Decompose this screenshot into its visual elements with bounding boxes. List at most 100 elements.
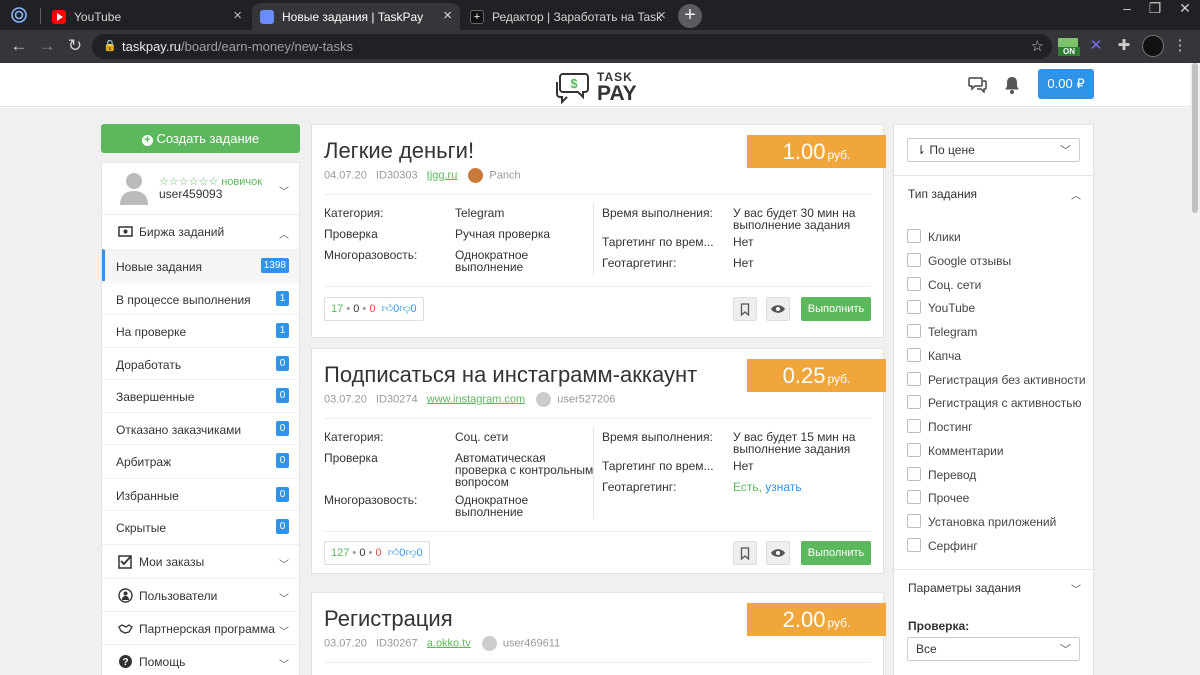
extensions-puzzle-icon[interactable]: ✚ (1114, 36, 1134, 56)
checkbox[interactable] (907, 395, 921, 409)
price-value: 2.00 (782, 607, 826, 632)
checkbox-label: Регистрация без активности (928, 373, 1086, 387)
section-task-exchange[interactable]: Биржа заданий ︿ (102, 215, 299, 248)
task-author[interactable]: user469611 (503, 637, 560, 649)
section-my-orders[interactable]: Мои заказы ﹀ (102, 544, 299, 577)
sidebar-item-favorites[interactable]: Избранные 0 (102, 478, 299, 510)
checkbox-label: Регистрация с активностью (928, 396, 1082, 410)
geo-learn-link[interactable]: узнать (765, 480, 801, 494)
reload-icon[interactable]: ↻ (64, 36, 86, 56)
chevron-down-icon[interactable]: ﹀ (279, 183, 289, 198)
bookmark-button[interactable] (733, 297, 757, 321)
extension-cross-icon[interactable]: ✕ (1086, 36, 1106, 56)
execute-button[interactable]: Выполнить (801, 297, 871, 321)
task-title[interactable]: Подписаться на инстаграмм-аккаунт (324, 362, 697, 388)
sidebar-item-arbitration[interactable]: Арбитраж 0 (102, 444, 299, 476)
exec-time-line2: выполнение задания (733, 218, 851, 232)
chat-icon[interactable] (968, 75, 990, 95)
sidebar-item-completed[interactable]: Завершенные 0 (102, 379, 299, 411)
checkbox[interactable] (907, 372, 921, 386)
filter-params-header[interactable]: Параметры задания ﹀ (894, 569, 1093, 604)
stat-fail: 0 (369, 303, 376, 315)
checkbox-label: Прочее (928, 491, 970, 505)
tab-taskpay-new-tasks[interactable]: Новые задания | TaskPay × (252, 3, 460, 30)
page-scrollbar[interactable] (1190, 63, 1200, 675)
task-price: 2.00 руб. (747, 603, 886, 636)
user-profile[interactable]: ☆☆☆☆☆☆ новичок user459093 ﹀ (102, 163, 299, 215)
checkbox[interactable] (907, 467, 921, 481)
task-site-link[interactable]: a.okko.tv (427, 637, 471, 649)
checkbox[interactable] (907, 514, 921, 528)
close-icon[interactable]: × (657, 8, 666, 24)
sidebar-item-rework[interactable]: Доработать 0 (102, 347, 299, 379)
view-button[interactable] (766, 541, 790, 565)
section-partner-program[interactable]: Партнерская программа ﹀ (102, 611, 299, 644)
back-arrow-icon[interactable]: ← (8, 36, 30, 56)
chevron-down-icon: ﹀ (279, 594, 289, 605)
thumbs-down-icon: 👎︎ (399, 303, 411, 315)
tab-youtube[interactable]: YouTube × (44, 3, 250, 30)
tab-editor[interactable]: + Редактор | Заработать на TaskPay × (462, 3, 674, 30)
price-value: 1.00 (782, 139, 826, 164)
sidebar-item-hidden[interactable]: Скрытые 0 (102, 510, 299, 542)
checkbox[interactable] (907, 277, 921, 291)
checkbox[interactable] (907, 300, 921, 314)
checkbox[interactable] (907, 253, 921, 267)
scrollbar-thumb[interactable] (1192, 63, 1198, 213)
task-site-link[interactable]: tjgg.ru (427, 169, 458, 181)
sort-select[interactable]: ⇂ По цене ﹀ (907, 138, 1080, 162)
execute-button[interactable]: Выполнить (801, 541, 871, 565)
bell-icon[interactable] (1003, 75, 1025, 95)
balance-button[interactable]: 0.00 ₽ (1038, 69, 1094, 99)
create-task-button[interactable]: + Создать задание (101, 124, 300, 153)
section-users[interactable]: Пользователи ﹀ (102, 578, 299, 611)
check-filter-select[interactable]: Все ﹀ (907, 637, 1080, 661)
bookmark-button[interactable] (733, 541, 757, 565)
task-exec-time: У вас будет 15 мин на выполнение задания (733, 431, 855, 455)
sort-value: По цене (929, 143, 975, 157)
url-path: /board/earn-money/new-tasks (181, 39, 353, 54)
checkbox[interactable] (907, 443, 921, 457)
checkbox[interactable] (907, 348, 921, 362)
count-badge: 0 (276, 487, 289, 502)
task-author[interactable]: user527206 (557, 393, 615, 405)
chevron-down-icon: ﹀ (1071, 585, 1081, 596)
maximize-button[interactable]: ❐ (1140, 0, 1170, 20)
sidebar-item-on-review[interactable]: На проверке 1 (102, 314, 299, 346)
task-author[interactable]: Panch (489, 169, 520, 181)
extension-on-icon[interactable]: ON (1058, 36, 1080, 56)
sidebar-item-new-tasks[interactable]: Новые задания 1398 (102, 249, 299, 281)
checkbox[interactable] (907, 324, 921, 338)
editor-icon: + (470, 9, 484, 24)
task-title[interactable]: Регистрация (324, 606, 453, 632)
section-help[interactable]: ? Помощь ﹀ (102, 644, 299, 675)
close-icon[interactable]: × (443, 8, 452, 24)
filter-panel: ⇂ По цене ﹀ Тип задания ︿ Клики Google о… (893, 124, 1094, 675)
browser-menu-icon[interactable]: ⋮ (1172, 36, 1188, 56)
new-tab-button[interactable]: + (678, 4, 702, 28)
forward-arrow-icon[interactable]: → (36, 36, 58, 56)
taskpay-logo[interactable]: $ TASK PAY (553, 68, 643, 104)
checkbox[interactable] (907, 538, 921, 552)
close-window-button[interactable]: ✕ (1170, 0, 1200, 20)
checkbox[interactable] (907, 419, 921, 433)
minimize-button[interactable]: – (1112, 0, 1142, 20)
sidebar-item-in-progress[interactable]: В процессе выполнения 1 (102, 282, 299, 314)
checkbox[interactable] (907, 229, 921, 243)
task-title[interactable]: Легкие деньги! (324, 138, 474, 164)
checkbox[interactable] (907, 490, 921, 504)
tab-search-icon[interactable] (10, 6, 28, 24)
dislike-count: 0 (416, 547, 423, 559)
filter-header-label: Параметры задания (908, 581, 1021, 595)
bookmark-star-icon[interactable]: ☆ (1031, 34, 1044, 59)
task-reuse-line2: выполнение (455, 505, 524, 519)
check-filter-label: Проверка: (908, 619, 970, 633)
profile-avatar[interactable] (1142, 35, 1164, 57)
close-icon[interactable]: × (233, 8, 242, 24)
url-field[interactable]: 🔒 taskpay.ru/board/earn-money/new-tasks … (92, 34, 1052, 59)
checkbox-label: YouTube (928, 301, 976, 315)
view-button[interactable] (766, 297, 790, 321)
task-site-link[interactable]: www.instagram.com (427, 393, 525, 405)
filter-task-type-header[interactable]: Тип задания ︿ (894, 175, 1093, 210)
sidebar-item-rejected[interactable]: Отказано заказчиками 0 (102, 412, 299, 444)
